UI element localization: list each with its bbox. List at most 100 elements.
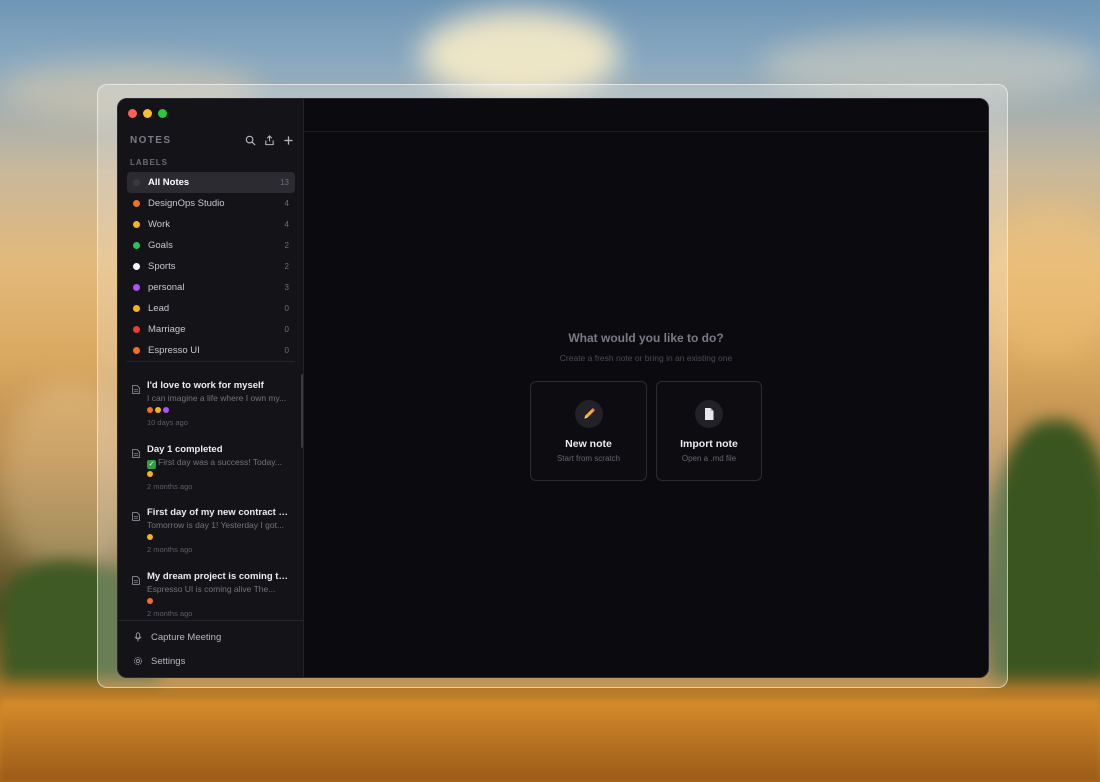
- note-list-item[interactable]: I'd love to work for myself I can imagin…: [130, 377, 290, 441]
- note-title: I'd love to work for myself: [147, 380, 264, 391]
- label-color-dot: [133, 347, 140, 354]
- export-icon[interactable]: [264, 135, 275, 146]
- minimize-window-button[interactable]: [143, 109, 152, 118]
- main-toolbar-divider: [304, 131, 988, 132]
- settings-label: Settings: [151, 655, 186, 667]
- empty-state-title: What would you like to do?: [568, 331, 724, 345]
- app-window: NOTES LABELS All Notes 13 DesignOps Stud…: [117, 98, 989, 678]
- new-note-subtitle: Start from scratch: [556, 454, 621, 463]
- label-name: DesignOps Studio: [148, 198, 225, 209]
- label-item-sports[interactable]: Sports 2: [127, 256, 295, 277]
- label-count: 3: [284, 283, 289, 292]
- tag-dot: [163, 407, 169, 413]
- import-note-card[interactable]: Import note Open a .md file: [656, 381, 762, 481]
- microphone-icon: [133, 632, 143, 642]
- divider: [127, 361, 295, 362]
- note-list-item[interactable]: My dream project is coming to l... Espre…: [130, 568, 290, 632]
- note-tags: [147, 534, 153, 540]
- label-color-dot: [133, 326, 140, 333]
- note-timestamp: 2 months ago: [147, 608, 193, 618]
- action-cards: New note Start from scratch Import note …: [530, 381, 762, 481]
- label-count: 13: [280, 178, 289, 187]
- label-item-personal[interactable]: personal 3: [127, 277, 295, 298]
- label-item-marriage[interactable]: Marriage 0: [127, 319, 295, 340]
- tag-dot: [147, 470, 153, 477]
- label-name: Marriage: [148, 324, 186, 335]
- label-count: 0: [284, 346, 289, 355]
- note-timestamp: 10 days ago: [147, 418, 188, 427]
- label-name: Lead: [148, 303, 170, 314]
- note-tags: [147, 470, 153, 477]
- note-preview: Tomorrow is day 1! Yesterday I got...: [147, 520, 285, 530]
- note-timestamp: 2 months ago: [147, 545, 193, 554]
- label-name: Goals: [148, 240, 173, 251]
- label-color-dot: [133, 263, 140, 270]
- tag-dot: [147, 407, 153, 413]
- notes-scrollbar[interactable]: [301, 374, 303, 448]
- tag-dot: [155, 407, 161, 413]
- divider: [118, 620, 304, 621]
- maximize-window-button[interactable]: [158, 109, 167, 118]
- label-color-dot: [133, 200, 140, 207]
- label-item-work[interactable]: Work 4: [127, 214, 295, 235]
- import-note-title: Import note: [680, 438, 738, 450]
- import-note-subtitle: Open a .md file: [681, 454, 737, 463]
- sidebar: NOTES LABELS All Notes 13 DesignOps Stud…: [118, 99, 304, 677]
- label-item-designops-studio[interactable]: DesignOps Studio 4: [127, 193, 295, 214]
- label-list: All Notes 13 DesignOps Studio 4 Work 4 G…: [127, 172, 295, 361]
- note-timestamp: 2 months ago: [147, 481, 193, 491]
- note-tags: [147, 597, 153, 604]
- label-count: 0: [284, 304, 289, 313]
- new-note-card[interactable]: New note Start from scratch: [530, 381, 647, 481]
- label-item-espresso-ui[interactable]: Espresso UI 0: [127, 340, 295, 361]
- window-controls: [128, 109, 167, 118]
- note-title: First day of my new contract wi...: [147, 507, 289, 518]
- note-preview-row: ✓ First day was a success! Today...: [147, 457, 289, 469]
- label-color-dot: [133, 284, 140, 291]
- capture-meeting-button[interactable]: Capture Meeting: [133, 629, 293, 645]
- label-color-dot: [133, 305, 140, 312]
- pencil-icon: [574, 400, 603, 428]
- main-panel: What would you like to do? Create a fres…: [304, 99, 988, 677]
- label-color-dot: [133, 242, 140, 249]
- document-icon: [132, 572, 140, 585]
- labels-heading: LABELS: [130, 158, 168, 167]
- label-count: 4: [284, 220, 289, 229]
- note-list-item[interactable]: Day 1 completed ✓ First day was a success…: [130, 441, 290, 505]
- document-icon: [695, 400, 723, 428]
- note-title: My dream project is coming to l...: [147, 570, 289, 582]
- gear-icon: [133, 656, 143, 666]
- label-count: 4: [284, 199, 289, 208]
- plus-icon[interactable]: [283, 135, 294, 146]
- notes-list: I'd love to work for myself I can imagin…: [130, 377, 290, 631]
- note-list-item[interactable]: First day of my new contract wi... Tomor…: [130, 504, 290, 568]
- label-name: Work: [148, 219, 170, 230]
- note-preview: I can imagine a life where I own my...: [147, 393, 287, 403]
- document-icon: [132, 508, 140, 521]
- note-preview: First day was a success! Today...: [158, 456, 282, 467]
- document-icon: [132, 381, 140, 394]
- label-count: 0: [284, 325, 289, 334]
- label-count: 2: [284, 241, 289, 250]
- label-item-goals[interactable]: Goals 2: [127, 235, 295, 256]
- search-icon[interactable]: [245, 135, 256, 146]
- label-name: Sports: [148, 261, 176, 272]
- label-count: 2: [284, 262, 289, 271]
- document-icon: [132, 445, 140, 458]
- capture-meeting-label: Capture Meeting: [151, 631, 222, 643]
- label-item-lead[interactable]: Lead 0: [127, 298, 295, 319]
- label-color-dot: [133, 221, 140, 228]
- tag-dot: [147, 597, 153, 604]
- label-color-dot: [133, 179, 140, 186]
- label-name: All Notes: [148, 177, 190, 188]
- settings-button[interactable]: Settings: [133, 653, 293, 669]
- close-window-button[interactable]: [128, 109, 137, 118]
- label-name: personal: [148, 282, 185, 293]
- empty-state-subtitle: Create a fresh note or bring in an exist…: [559, 353, 733, 363]
- note-preview: Espresso UI is coming alive The...: [147, 583, 276, 594]
- note-tags: [147, 407, 169, 413]
- sidebar-title: NOTES: [130, 135, 172, 146]
- label-item-all-notes[interactable]: All Notes 13: [127, 172, 295, 193]
- sidebar-header: NOTES: [130, 135, 294, 146]
- new-note-title: New note: [565, 438, 612, 450]
